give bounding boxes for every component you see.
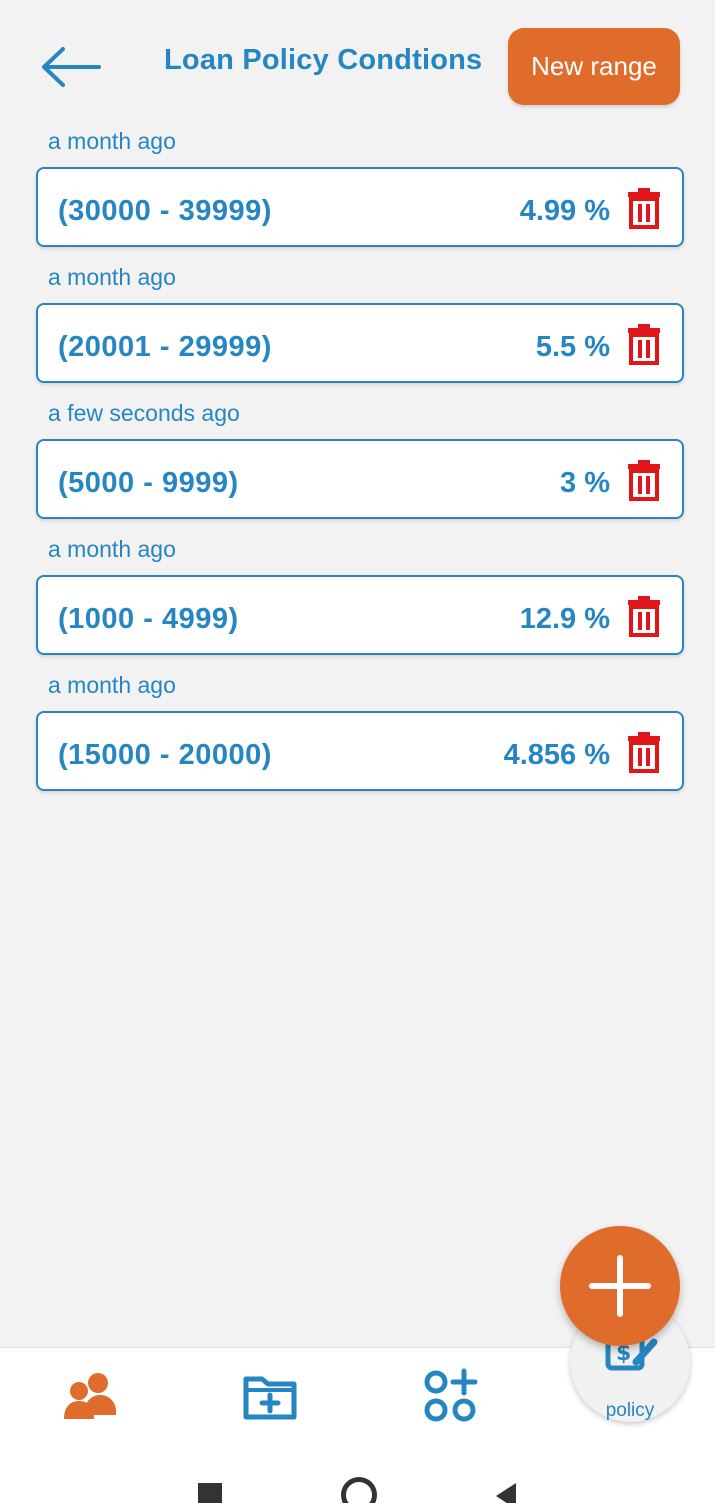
- entry-timestamp: a month ago: [48, 128, 176, 154]
- rate-label: 4.99 %: [519, 195, 610, 227]
- policy-card[interactable]: (20001 - 29999) 5.5 %: [36, 303, 684, 383]
- range-label: (5000 - 9999): [58, 467, 239, 499]
- back-nav-button[interactable]: [492, 1481, 518, 1503]
- back-button[interactable]: [38, 42, 104, 92]
- rate-label: 5.5 %: [535, 331, 610, 363]
- arrow-left-icon: [42, 47, 101, 87]
- policy-card[interactable]: (30000 - 39999) 4.99 %: [36, 167, 684, 247]
- entry-timestamp: a month ago: [48, 672, 176, 698]
- list-item: a month ago (20001 - 29999) 5.5 %: [0, 260, 715, 396]
- range-label: (20001 - 29999): [58, 331, 272, 363]
- list-item: a month ago (30000 - 39999) 4.99 %: [0, 124, 715, 260]
- nav-item-apps-add[interactable]: [420, 1366, 480, 1426]
- trash-icon[interactable]: [626, 187, 662, 229]
- recent-apps-button[interactable]: [198, 1483, 222, 1503]
- entry-timestamp: a month ago: [48, 264, 176, 290]
- folder-add-icon: [243, 1376, 297, 1420]
- policy-card[interactable]: (1000 - 4999) 12.9 %: [36, 575, 684, 655]
- list-item: a few seconds ago (5000 - 9999) 3 %: [0, 396, 715, 532]
- rate-label: 4.856 %: [503, 739, 610, 771]
- users-icon: [64, 1373, 116, 1419]
- add-range-fab[interactable]: [560, 1226, 680, 1346]
- system-navigation-bar: [0, 1445, 715, 1503]
- range-label: (1000 - 4999): [58, 603, 239, 635]
- plus-icon: [589, 1255, 651, 1317]
- policy-list: a month ago (30000 - 39999) 4.99 % a mon…: [0, 124, 715, 804]
- nav-item-folder-add[interactable]: [240, 1366, 300, 1426]
- trash-icon[interactable]: [626, 731, 662, 773]
- policy-card[interactable]: (15000 - 20000) 4.856 %: [36, 711, 684, 791]
- new-range-button[interactable]: New range: [508, 28, 680, 105]
- nav-label-policy: policy: [605, 1400, 655, 1421]
- trash-icon[interactable]: [626, 595, 662, 637]
- list-item: a month ago (1000 - 4999) 12.9 %: [0, 532, 715, 668]
- page-title: Loan Policy Condtions: [164, 44, 483, 76]
- app-header: Loan Policy Condtions New range: [0, 0, 715, 120]
- list-item: a month ago (15000 - 20000) 4.856 %: [0, 668, 715, 804]
- entry-timestamp: a month ago: [48, 536, 176, 562]
- rate-label: 12.9 %: [519, 603, 610, 635]
- apps-add-icon: [424, 1368, 478, 1422]
- trash-icon[interactable]: [626, 323, 662, 365]
- rate-label: 3 %: [560, 467, 610, 499]
- range-label: (30000 - 39999): [58, 195, 272, 227]
- entry-timestamp: a few seconds ago: [48, 400, 240, 426]
- home-button[interactable]: [341, 1477, 377, 1503]
- nav-item-users[interactable]: [60, 1366, 120, 1426]
- policy-card[interactable]: (5000 - 9999) 3 %: [36, 439, 684, 519]
- trash-icon[interactable]: [626, 459, 662, 501]
- range-label: (15000 - 20000): [58, 739, 272, 771]
